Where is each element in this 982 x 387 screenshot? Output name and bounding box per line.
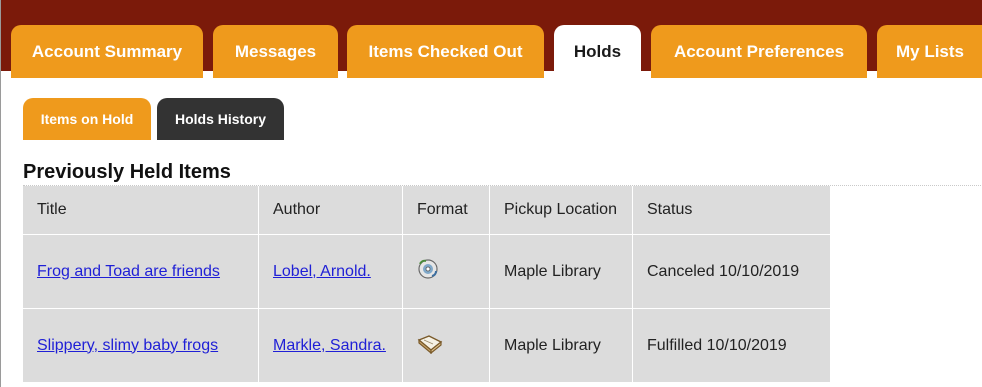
author-cell: Markle, Sandra. [258, 308, 403, 382]
holds-history-table: Title Author Format Pickup Location Stat… [23, 186, 830, 382]
table-row: Slippery, slimy baby frogs Markle, Sandr… [23, 308, 830, 382]
column-header-title: Title [23, 186, 259, 235]
tab-account-preferences[interactable]: Account Preferences [651, 25, 867, 78]
tab-account-summary[interactable]: Account Summary [11, 25, 203, 78]
pickup-location-cell: Maple Library [489, 308, 633, 382]
column-header-author: Author [258, 186, 403, 235]
subtab-holds-history[interactable]: Holds History [157, 98, 284, 140]
format-cell [402, 234, 490, 309]
column-header-format: Format [402, 186, 490, 235]
table-header-row: Title Author Format Pickup Location Stat… [23, 186, 830, 235]
section-title: Previously Held Items [23, 161, 231, 183]
column-header-pickup-location: Pickup Location [489, 186, 633, 235]
table-row: Frog and Toad are friends Lobel, Arnold. [23, 234, 830, 309]
tab-holds[interactable]: Holds [554, 25, 641, 78]
title-link[interactable]: Slippery, slimy baby frogs [37, 337, 218, 354]
title-cell: Slippery, slimy baby frogs [23, 308, 259, 382]
tab-my-lists[interactable]: My Lists [877, 25, 982, 78]
title-cell: Frog and Toad are friends [23, 234, 259, 309]
book-icon [417, 335, 443, 358]
tab-items-checked-out[interactable]: Items Checked Out [347, 25, 544, 78]
account-page: Account Summary Messages Items Checked O… [0, 0, 982, 387]
format-cell [402, 308, 490, 382]
tab-messages[interactable]: Messages [213, 25, 338, 78]
status-cell: Canceled 10/10/2019 [632, 234, 830, 309]
status-cell: Fulfilled 10/10/2019 [647, 336, 787, 354]
pickup-location-cell: Maple Library [489, 234, 633, 309]
author-link[interactable]: Markle, Sandra. [273, 337, 386, 354]
subtab-items-on-hold[interactable]: Items on Hold [23, 98, 151, 140]
audiobook-cd-icon [417, 259, 439, 284]
author-link[interactable]: Lobel, Arnold. [273, 263, 371, 280]
author-cell: Lobel, Arnold. [258, 234, 403, 309]
column-header-status: Status [632, 186, 830, 235]
title-link[interactable]: Frog and Toad are friends [37, 263, 220, 280]
